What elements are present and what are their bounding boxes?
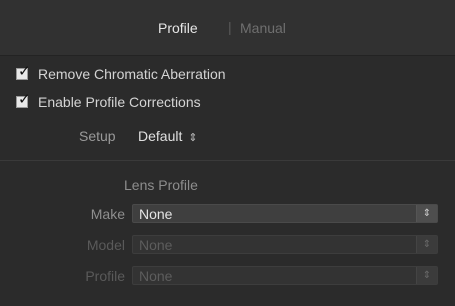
remove-chromatic-aberration-label: Remove Chromatic Aberration — [38, 66, 226, 82]
setup-label: Setup — [79, 128, 116, 144]
model-select: None ⇕ — [132, 235, 438, 254]
model-label: Model — [86, 237, 125, 253]
updown-arrows-icon: ⇕ — [188, 132, 198, 144]
lens-profile-title: Lens Profile — [124, 177, 198, 193]
updown-arrows-icon: ⇕ — [416, 267, 437, 284]
tab-manual[interactable]: Manual — [240, 20, 286, 36]
check-icon: ✓ — [18, 90, 31, 108]
tab-bar: Profile | Manual — [0, 0, 455, 56]
check-icon: ✓ — [18, 62, 31, 80]
enable-profile-corrections-option[interactable]: ✓ Enable Profile Corrections — [16, 92, 201, 112]
updown-arrows-icon[interactable]: ⇕ — [416, 205, 437, 222]
tab-profile[interactable]: Profile — [158, 20, 198, 36]
enable-profile-corrections-checkbox[interactable]: ✓ — [16, 92, 31, 108]
make-label: Make — [90, 206, 125, 222]
setup-value: Default — [138, 128, 183, 144]
setup-dropdown[interactable]: Default ⇕ — [138, 128, 198, 144]
tab-separator: | — [228, 19, 232, 35]
remove-chromatic-aberration-checkbox[interactable]: ✓ — [16, 64, 31, 80]
make-value: None — [139, 205, 173, 222]
profile-label: Profile — [85, 268, 125, 284]
remove-chromatic-aberration-option[interactable]: ✓ Remove Chromatic Aberration — [16, 64, 226, 84]
section-divider — [0, 160, 455, 161]
profile-select: None ⇕ — [132, 266, 438, 285]
model-value: None — [139, 236, 173, 253]
updown-arrows-icon: ⇕ — [416, 236, 437, 253]
profile-value: None — [139, 267, 173, 284]
make-select[interactable]: None ⇕ — [132, 204, 438, 223]
enable-profile-corrections-label: Enable Profile Corrections — [38, 94, 201, 110]
